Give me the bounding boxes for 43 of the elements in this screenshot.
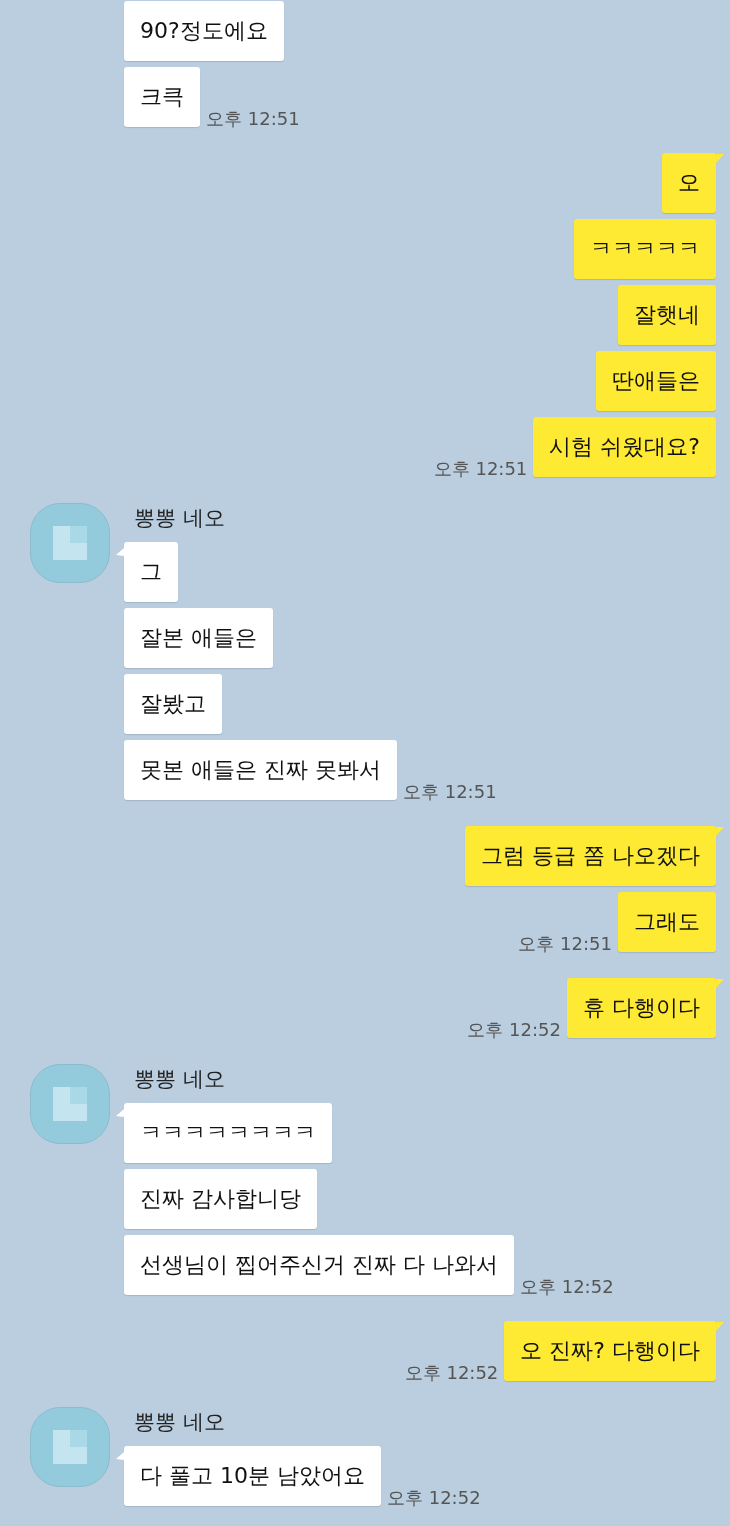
message-bubble: 진짜 감사합니당 [124, 1169, 317, 1229]
timestamp: 오후 12:52 [387, 1486, 481, 1510]
timestamp: 오후 12:51 [433, 457, 528, 481]
message-bubble: 오 진짜? 다행이다 [504, 1321, 716, 1381]
message-bubble: 못본 애들은 진짜 못봐서 [124, 740, 397, 800]
sender-name: 뽕뽕 네오 [134, 505, 225, 532]
timestamp: 오후 12:52 [404, 1361, 499, 1385]
message-bubble: 크큭 [124, 67, 200, 127]
message-bubble: 휴 다행이다 [567, 978, 716, 1038]
bubble-tail [716, 1322, 724, 1332]
message-bubble: 잘본 애들은 [124, 608, 273, 668]
avatar[interactable] [30, 503, 110, 583]
timestamp: 오후 12:51 [403, 780, 497, 804]
message-bubble: ㅋㅋㅋㅋㅋ [574, 219, 716, 279]
image-icon [53, 526, 87, 560]
message-bubble: 선생님이 찝어주신거 진짜 다 나와서 [124, 1235, 514, 1295]
message-bubble: 90?정도에요 [124, 1, 284, 61]
bubble-tail [116, 548, 124, 556]
timestamp: 오후 12:51 [518, 932, 612, 956]
avatar[interactable] [30, 1064, 110, 1144]
message-bubble: 다 풀고 10분 남았어요 [124, 1446, 381, 1506]
message-bubble: 그 [124, 542, 178, 602]
message-bubble: 오 [662, 153, 716, 213]
bubble-tail [716, 979, 724, 989]
bubble-tail [716, 827, 724, 837]
message-bubble: 시험 쉬웠대요? [533, 417, 716, 477]
bubble-tail [116, 1109, 124, 1117]
message-bubble: 잘햇네 [618, 285, 716, 345]
timestamp: 오후 12:52 [467, 1018, 561, 1042]
message-bubble: 딴애들은 [596, 351, 716, 411]
image-icon [53, 1087, 87, 1121]
timestamp: 오후 12:52 [520, 1275, 614, 1299]
sender-name: 뽕뽕 네오 [134, 1066, 225, 1093]
bubble-tail [716, 154, 724, 164]
message-bubble: 잘봤고 [124, 674, 222, 734]
avatar[interactable] [30, 1407, 110, 1487]
bubble-tail [116, 1452, 124, 1460]
image-icon [53, 1430, 87, 1464]
message-bubble: 그래도 [618, 892, 716, 952]
message-bubble: 그럼 등급 쫌 나오겠다 [465, 826, 716, 886]
message-bubble: ㅋㅋㅋㅋㅋㅋㅋㅋ [124, 1103, 332, 1163]
sender-name: 뽕뽕 네오 [134, 1409, 225, 1436]
timestamp: 오후 12:51 [206, 107, 300, 131]
